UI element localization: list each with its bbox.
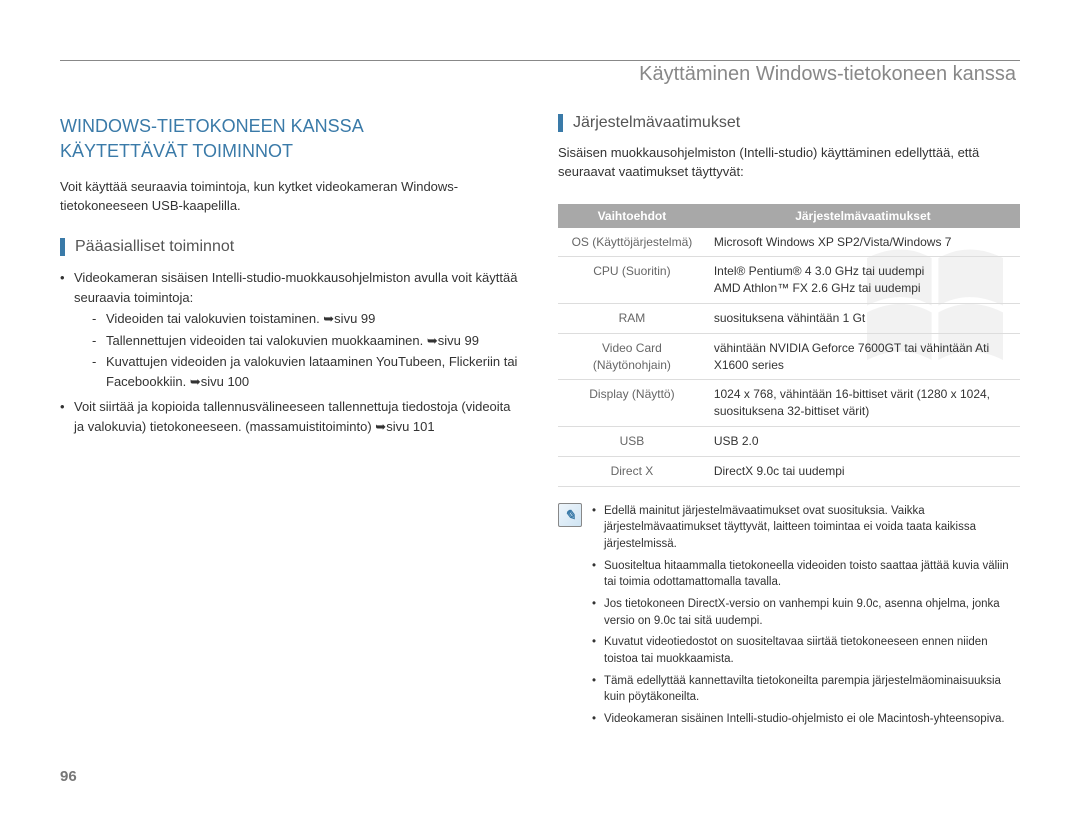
req-label: OS (Käyttöjärjestelmä) — [558, 228, 706, 257]
req-label: RAM — [558, 304, 706, 334]
req-value: USB 2.0 — [706, 427, 1020, 457]
note-item: Suositeltua hitaammalla tietokoneella vi… — [592, 558, 1020, 591]
table-row: Direct X DirectX 9.0c tai uudempi — [558, 456, 1020, 486]
system-requirements-table: Vaihtoehdot Järjestelmävaatimukset OS (K… — [558, 204, 1020, 487]
page-number: 96 — [60, 768, 77, 785]
sub-feature-list: Videoiden tai valokuvien toistaminen. ➥s… — [74, 309, 522, 391]
section-title: WINDOWS-TIETOKONEEN KANSSA KÄYTETTÄVÄT T… — [60, 114, 522, 164]
req-value: 1024 x 768, vähintään 16-bittiset värit … — [706, 380, 1020, 427]
table-row: OS (Käyttöjärjestelmä) Microsoft Windows… — [558, 228, 1020, 257]
table-header-options: Vaihtoehdot — [558, 204, 706, 228]
left-column: WINDOWS-TIETOKONEEN KANSSA KÄYTETTÄVÄT T… — [60, 114, 522, 733]
note-item: Jos tietokoneen DirectX-versio on vanhem… — [592, 596, 1020, 629]
page-header: Käyttäminen Windows-tietokoneen kanssa — [60, 63, 1020, 86]
req-value: Microsoft Windows XP SP2/Vista/Windows 7 — [706, 228, 1020, 257]
req-value: suosituksena vähintään 1 Gt — [706, 304, 1020, 334]
req-label: USB — [558, 427, 706, 457]
note-item: Videokameran sisäinen Intelli-studio-ohj… — [592, 711, 1020, 728]
left-intro: Voit käyttää seuraavia toimintoja, kun k… — [60, 178, 522, 216]
note-item: Tämä edellyttää kannettavilta tietokonei… — [592, 673, 1020, 706]
header-rule — [60, 60, 1020, 61]
manual-page: Käyttäminen Windows-tietokoneen kanssa W… — [0, 0, 1080, 827]
sub-feature-item: Kuvattujen videoiden ja valokuvien lataa… — [92, 352, 522, 391]
note-icon: ✎ — [558, 503, 582, 527]
req-label: Video Card (Näytönohjain) — [558, 333, 706, 380]
table-row: RAM suosituksena vähintään 1 Gt — [558, 304, 1020, 334]
note-box: ✎ Edellä mainitut järjestelmävaatimukset… — [558, 503, 1020, 733]
right-intro: Sisäisen muokkausohjelmiston (Intelli-st… — [558, 144, 1020, 182]
table-row: Display (Näyttö) 1024 x 768, vähintään 1… — [558, 380, 1020, 427]
note-item: Edellä mainitut järjestelmävaatimukset o… — [592, 503, 1020, 553]
section-title-line2: KÄYTETTÄVÄT TOIMINNOT — [60, 141, 293, 161]
feature-text: Videokameran sisäisen Intelli-studio-muo… — [74, 270, 517, 305]
req-label: Direct X — [558, 456, 706, 486]
left-subhead: Pääasialliset toiminnot — [60, 238, 522, 256]
table-row: USB USB 2.0 — [558, 427, 1020, 457]
main-features-list: Videokameran sisäisen Intelli-studio-muo… — [60, 268, 522, 436]
table-row: Video Card (Näytönohjain) vähintään NVID… — [558, 333, 1020, 380]
sub-feature-item: Tallennettujen videoiden tai valokuvien … — [92, 331, 522, 351]
sub-feature-item: Videoiden tai valokuvien toistaminen. ➥s… — [92, 309, 522, 329]
feature-item: Voit siirtää ja kopioida tallennusväline… — [60, 397, 522, 436]
table-row: CPU (Suoritin) Intel® Pentium® 4 3.0 GHz… — [558, 257, 1020, 304]
note-list: Edellä mainitut järjestelmävaatimukset o… — [592, 503, 1020, 733]
req-value: DirectX 9.0c tai uudempi — [706, 456, 1020, 486]
feature-item: Videokameran sisäisen Intelli-studio-muo… — [60, 268, 522, 391]
note-item: Kuvatut videotiedostot on suositeltavaa … — [592, 634, 1020, 667]
req-label: CPU (Suoritin) — [558, 257, 706, 304]
right-column: Järjestelmävaatimukset Sisäisen muokkaus… — [558, 114, 1020, 733]
req-value: Intel® Pentium® 4 3.0 GHz tai uudempi AM… — [706, 257, 1020, 304]
req-label: Display (Näyttö) — [558, 380, 706, 427]
section-title-line1: WINDOWS-TIETOKONEEN KANSSA — [60, 116, 364, 136]
right-subhead: Järjestelmävaatimukset — [558, 114, 1020, 132]
req-value: vähintään NVIDIA Geforce 7600GT tai vähi… — [706, 333, 1020, 380]
two-column-layout: WINDOWS-TIETOKONEEN KANSSA KÄYTETTÄVÄT T… — [60, 114, 1020, 733]
table-header-requirements: Järjestelmävaatimukset — [706, 204, 1020, 228]
